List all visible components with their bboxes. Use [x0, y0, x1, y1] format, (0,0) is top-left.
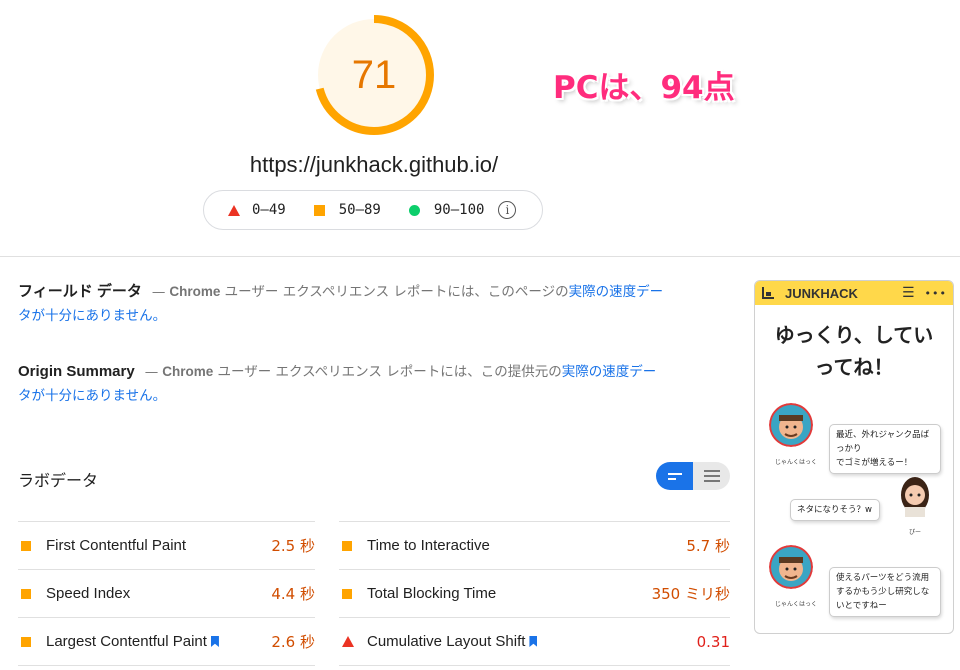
metric-value: 5.7 秒 — [686, 537, 730, 555]
bookmark-icon — [529, 636, 538, 647]
metric-value: 2.5 秒 — [271, 537, 315, 555]
square-icon — [313, 204, 325, 216]
metric-value: 0.31 — [696, 632, 730, 651]
headline-line: ってね！ — [814, 355, 894, 379]
field-data-text: ユーザー エクスペリエンス レポートには、このページの — [220, 284, 569, 300]
compact-view-button[interactable] — [656, 462, 693, 490]
divider — [0, 256, 960, 257]
legend-pass-label: 90–100 — [433, 202, 485, 218]
legend-average: 50–89 — [313, 202, 381, 218]
lab-data-heading: ラボデータ — [18, 471, 99, 490]
bookmark-icon — [210, 636, 219, 647]
average-square-icon — [21, 636, 31, 647]
real-speed-data-link[interactable]: 実際の速度デー — [562, 364, 657, 380]
page-url: https://junkhack.github.io/ — [249, 152, 499, 177]
metric-label: Largest Contentful Paint — [46, 633, 207, 650]
metric-row: Cumulative Layout Shift 0.31 — [339, 617, 730, 665]
circle-icon — [408, 204, 420, 216]
metrics-left: First Contentful Paint 2.5 秒 Speed Index… — [18, 521, 315, 666]
metric-row: Largest Contentful Paint 2.6 秒 — [18, 617, 315, 665]
chat-bubble: 最近、外れジャンク品ばっかり でゴミが増えるー！ — [829, 424, 941, 474]
average-square-icon — [342, 540, 352, 551]
avatar-woman-icon — [901, 477, 929, 517]
bubble-line: するかもう少し研究しな — [836, 587, 930, 597]
bubble-line: 最近、外れジャンク品ばっかり — [836, 430, 930, 454]
real-speed-data-link[interactable]: 実際の速度デー — [569, 284, 664, 300]
legend-average-label: 50–89 — [338, 202, 381, 218]
annotation-text: PCは、94点 — [553, 70, 735, 106]
chat-bubble: ネタになりそう？w — [790, 499, 880, 521]
legend-fail: 0–49 — [228, 202, 286, 218]
view-toggle[interactable] — [656, 462, 730, 490]
metric-label: Time to Interactive — [367, 537, 490, 554]
metric-value: 350 ミリ秒 — [651, 585, 730, 603]
bubble-line: ネタになりそう？w — [797, 505, 872, 515]
site-logo: JUNKHACK — [785, 285, 858, 301]
metric-row: First Contentful Paint 2.5 秒 — [18, 521, 315, 569]
avatar-man-icon — [769, 545, 813, 589]
avatar-name: じゃんくはっく — [775, 459, 818, 466]
bubble-line: いとですねー — [836, 601, 887, 611]
metric-value: 2.6 秒 — [271, 633, 315, 651]
metric-row: Speed Index 4.4 秒 — [18, 569, 315, 617]
avatar-name: ぴー — [909, 529, 922, 536]
metrics-right: Time to Interactive 5.7 秒 Total Blocking… — [339, 521, 730, 666]
expanded-view-button[interactable] — [693, 462, 730, 490]
legend-fail-label: 0–49 — [252, 202, 286, 218]
metric-row: Total Blocking Time 350 ミリ秒 — [339, 569, 730, 617]
metric-value: 4.4 秒 — [271, 585, 315, 603]
preview-header: JUNKHACK ☰ ••• — [755, 281, 953, 305]
hamburger-menu-icon: ☰ — [901, 285, 915, 301]
chrome-label: Chrome — [169, 284, 221, 299]
fail-triangle-icon — [342, 636, 354, 647]
origin-summary-heading: Origin Summary — [18, 363, 135, 380]
site-logo-icon — [762, 287, 774, 299]
average-square-icon — [342, 588, 352, 599]
score-legend: 0–49 50–89 90–100 i — [203, 190, 543, 230]
metric-label: Total Blocking Time — [367, 585, 497, 602]
page-screenshot-preview[interactable]: JUNKHACK ☰ ••• ゆっくり、してい ってね！ じゃんくはっく 最近、… — [754, 280, 954, 634]
metric-label: Speed Index — [46, 585, 131, 602]
origin-summary-section: Origin Summary — Chrome ユーザー エクスペリエンス レポート… — [18, 360, 678, 408]
dash: — — [151, 284, 166, 300]
headline-line: ゆっくり、してい — [774, 323, 934, 347]
chat-bubble: 使えるパーツをどう流用 するかもう少し研究しな いとですねー — [829, 567, 941, 617]
metric-label: Cumulative Layout Shift — [367, 633, 526, 650]
preview-headline: ゆっくり、してい ってね！ — [755, 319, 953, 383]
bubble-line: 使えるパーツをどう流用 — [836, 573, 930, 583]
average-square-icon — [21, 588, 31, 599]
performance-score-gauge: 71 — [312, 13, 436, 137]
dash: — — [144, 364, 159, 380]
field-data-heading: フィールド データ — [18, 283, 142, 300]
legend-pass: 90–100 — [408, 202, 485, 218]
more-icon: ••• — [924, 286, 947, 300]
bubble-line: でゴミが増えるー！ — [836, 458, 913, 468]
field-data-section: フィールド データ — Chrome ユーザー エクスペリエンス レポートには、この… — [18, 280, 678, 328]
real-speed-data-link-cont[interactable]: タが十分にありません。 — [18, 308, 166, 324]
metric-label: First Contentful Paint — [46, 537, 187, 554]
performance-score: 71 — [351, 53, 397, 97]
avatar-name: じゃんくはっく — [775, 601, 818, 608]
avatar-man-icon — [769, 403, 813, 447]
metric-row: Time to Interactive 5.7 秒 — [339, 521, 730, 569]
average-square-icon — [21, 540, 31, 551]
info-icon[interactable]: i — [498, 201, 517, 219]
chrome-label: Chrome — [162, 364, 214, 379]
triangle-icon — [228, 204, 240, 216]
real-speed-data-link-cont[interactable]: タが十分にありません。 — [18, 388, 166, 404]
origin-summary-text: ユーザー エクスペリエンス レポートには、この提供元の — [213, 364, 562, 380]
